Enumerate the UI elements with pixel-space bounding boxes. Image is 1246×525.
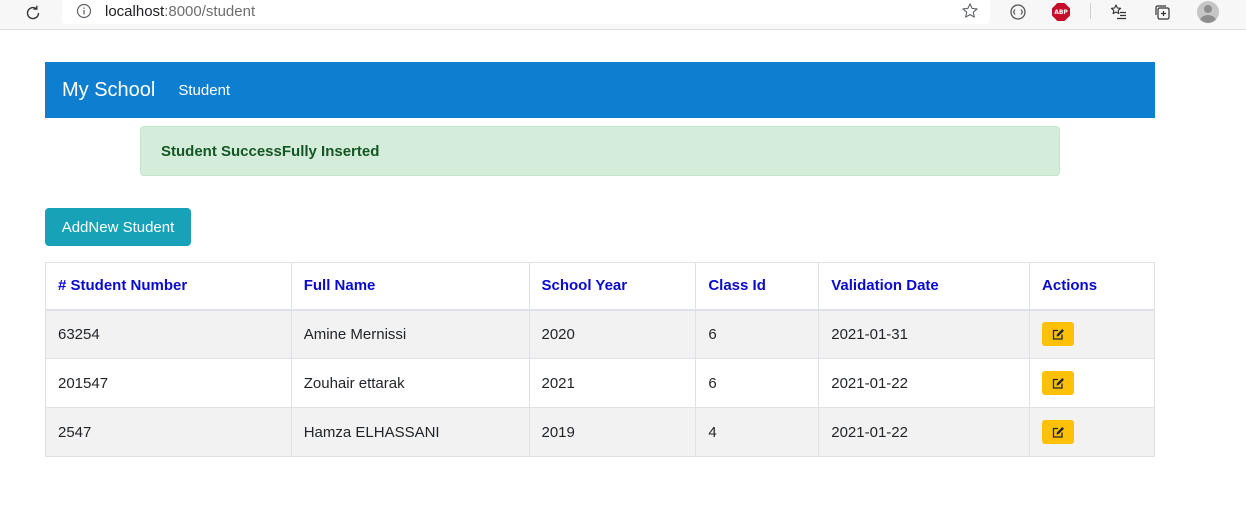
edit-button[interactable] xyxy=(1042,322,1075,347)
url-text[interactable]: localhost:8000/student xyxy=(105,3,255,20)
cell-actions xyxy=(1029,407,1155,457)
extension-icon[interactable] xyxy=(1007,1,1029,23)
url-host: localhost xyxy=(105,3,165,20)
nav-link-student[interactable]: Student xyxy=(178,82,230,99)
cell-school-year: 2020 xyxy=(528,309,697,359)
profile-icon[interactable] xyxy=(1197,1,1219,23)
success-alert: Student SuccessFully Inserted xyxy=(140,126,1060,176)
cell-student-number: 2547 xyxy=(45,407,292,457)
edit-button[interactable] xyxy=(1042,371,1075,395)
edit-icon xyxy=(1052,328,1064,340)
cell-student-number: 63254 xyxy=(45,309,292,359)
table-header-row: # Student Number Full Name School Year C… xyxy=(45,262,1155,311)
header-validation-date: Validation Date xyxy=(818,262,1031,311)
address-bar[interactable]: localhost:8000/student xyxy=(62,0,990,24)
star-icon[interactable] xyxy=(960,1,980,21)
reload-icon[interactable] xyxy=(22,2,44,24)
add-new-student-button[interactable]: AddNew Student xyxy=(45,208,191,246)
adblock-label: ABP xyxy=(1052,3,1070,21)
navbar: My School Student xyxy=(45,62,1155,118)
cell-actions xyxy=(1029,358,1155,408)
header-student-number: # Student Number xyxy=(45,262,292,311)
adblock-icon[interactable]: ABP xyxy=(1050,1,1072,23)
header-full-name: Full Name xyxy=(290,262,530,311)
cell-student-number: 201547 xyxy=(45,358,292,408)
cell-validation-date: 2021-01-31 xyxy=(818,309,1031,359)
cell-class-id: 6 xyxy=(695,358,820,408)
cell-school-year: 2021 xyxy=(528,358,697,408)
cell-validation-date: 2021-01-22 xyxy=(818,358,1031,408)
cell-school-year: 2019 xyxy=(528,407,697,457)
cell-full-name: Zouhair ettarak xyxy=(290,358,530,408)
edit-icon xyxy=(1052,377,1064,389)
cell-class-id: 6 xyxy=(695,309,820,359)
cell-validation-date: 2021-01-22 xyxy=(818,407,1031,457)
cell-actions xyxy=(1029,309,1155,359)
cell-class-id: 4 xyxy=(695,407,820,457)
favorites-icon[interactable] xyxy=(1108,1,1130,23)
edit-icon xyxy=(1052,426,1064,438)
header-actions: Actions xyxy=(1029,262,1155,311)
url-path: :8000/student xyxy=(164,3,256,20)
header-class-id: Class Id xyxy=(695,262,820,311)
brand-logo[interactable]: My School xyxy=(62,79,155,102)
table-row: 2547 Hamza ELHASSANI 2019 4 2021-01-22 xyxy=(45,407,1155,457)
table-row: 63254 Amine Mernissi 2020 6 2021-01-31 xyxy=(45,309,1155,359)
cell-full-name: Amine Mernissi xyxy=(290,309,530,359)
table-row: 201547 Zouhair ettarak 2021 6 2021-01-22 xyxy=(45,358,1155,408)
toolbar-divider xyxy=(1090,3,1091,19)
alert-message: Student SuccessFully Inserted xyxy=(161,142,380,160)
browser-toolbar: localhost:8000/student ABP xyxy=(0,0,1246,30)
edit-button[interactable] xyxy=(1042,420,1075,444)
avatar xyxy=(1197,1,1219,23)
collections-icon[interactable] xyxy=(1152,1,1174,23)
header-school-year: School Year xyxy=(528,262,697,311)
cell-full-name: Hamza ELHASSANI xyxy=(290,407,530,457)
students-table: # Student Number Full Name School Year C… xyxy=(45,262,1155,457)
info-icon[interactable] xyxy=(76,3,92,19)
